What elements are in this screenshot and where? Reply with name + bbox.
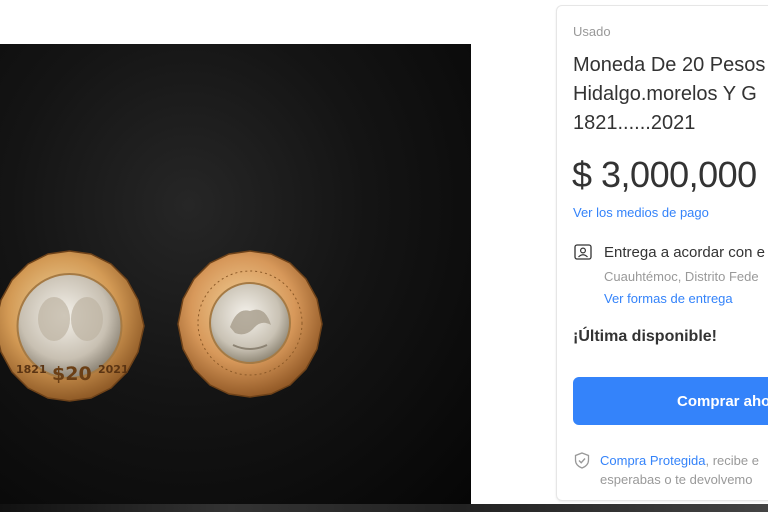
price: $ 3,000,000 xyxy=(572,154,757,195)
protected-purchase-link[interactable]: Compra Protegida xyxy=(600,453,706,468)
purchase-protection: Compra Protegida, recibe e esperabas o t… xyxy=(600,451,768,489)
product-info-panel: Usado Moneda De 20 Pesos Hidalgo.morelos… xyxy=(556,5,768,501)
bottom-thumbnail-strip xyxy=(0,504,768,512)
coin-obverse: 1821 $20 2021 xyxy=(0,249,147,404)
coin-year-left: 1821 xyxy=(16,363,47,376)
condition-label: Usado xyxy=(573,24,611,39)
payment-methods-link[interactable]: Ver los medios de pago xyxy=(573,205,709,220)
protection-text-1: , recibe e xyxy=(705,453,759,468)
coin-reverse xyxy=(175,249,325,399)
coin-denomination: $20 xyxy=(52,363,92,385)
protection-text-2: esperabas o te devolvemo xyxy=(600,472,753,487)
shipping-location: Cuauhtémoc, Distrito Fede xyxy=(604,269,759,284)
shipping-title: Entrega a acordar con e xyxy=(604,244,765,261)
shipping-person-icon xyxy=(574,244,592,260)
product-photo[interactable]: 1821 $20 2021 xyxy=(0,44,471,504)
shield-check-icon xyxy=(574,452,590,469)
coin-year-right: 2021 xyxy=(98,363,129,376)
product-title: Moneda De 20 Pesos Hidalgo.morelos Y G 1… xyxy=(573,54,766,134)
delivery-options-link[interactable]: Ver formas de entrega xyxy=(604,291,733,306)
buy-now-button[interactable]: Comprar aho xyxy=(573,377,768,425)
stock-status: ¡Última disponible! xyxy=(573,328,717,345)
